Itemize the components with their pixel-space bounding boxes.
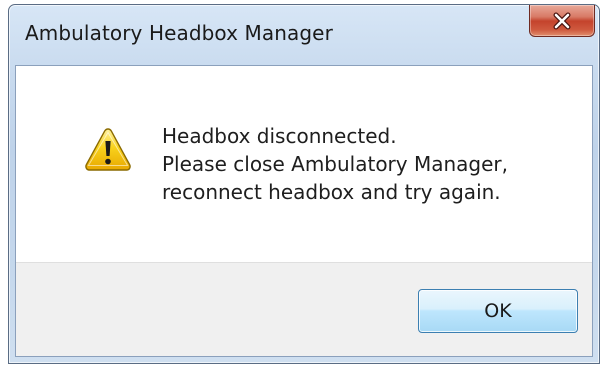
warning-icon	[84, 126, 132, 174]
button-bar: OK	[16, 262, 592, 356]
message-area: Headbox disconnected. Please close Ambul…	[16, 66, 592, 262]
message-text: Headbox disconnected. Please close Ambul…	[162, 122, 508, 206]
dialog-client-area: Headbox disconnected. Please close Ambul…	[15, 65, 593, 357]
message-line: Headbox disconnected.	[162, 124, 397, 148]
window-title: Ambulatory Headbox Manager	[25, 21, 333, 45]
ok-button[interactable]: OK	[418, 289, 578, 333]
message-line: reconnect headbox and try again.	[162, 180, 501, 204]
close-icon	[552, 12, 572, 30]
dialog-window: Ambulatory Headbox Manager Headbox disco…	[8, 4, 600, 364]
title-bar[interactable]: Ambulatory Headbox Manager	[9, 5, 599, 65]
message-line: Please close Ambulatory Manager,	[162, 152, 508, 176]
close-button[interactable]	[529, 5, 595, 37]
